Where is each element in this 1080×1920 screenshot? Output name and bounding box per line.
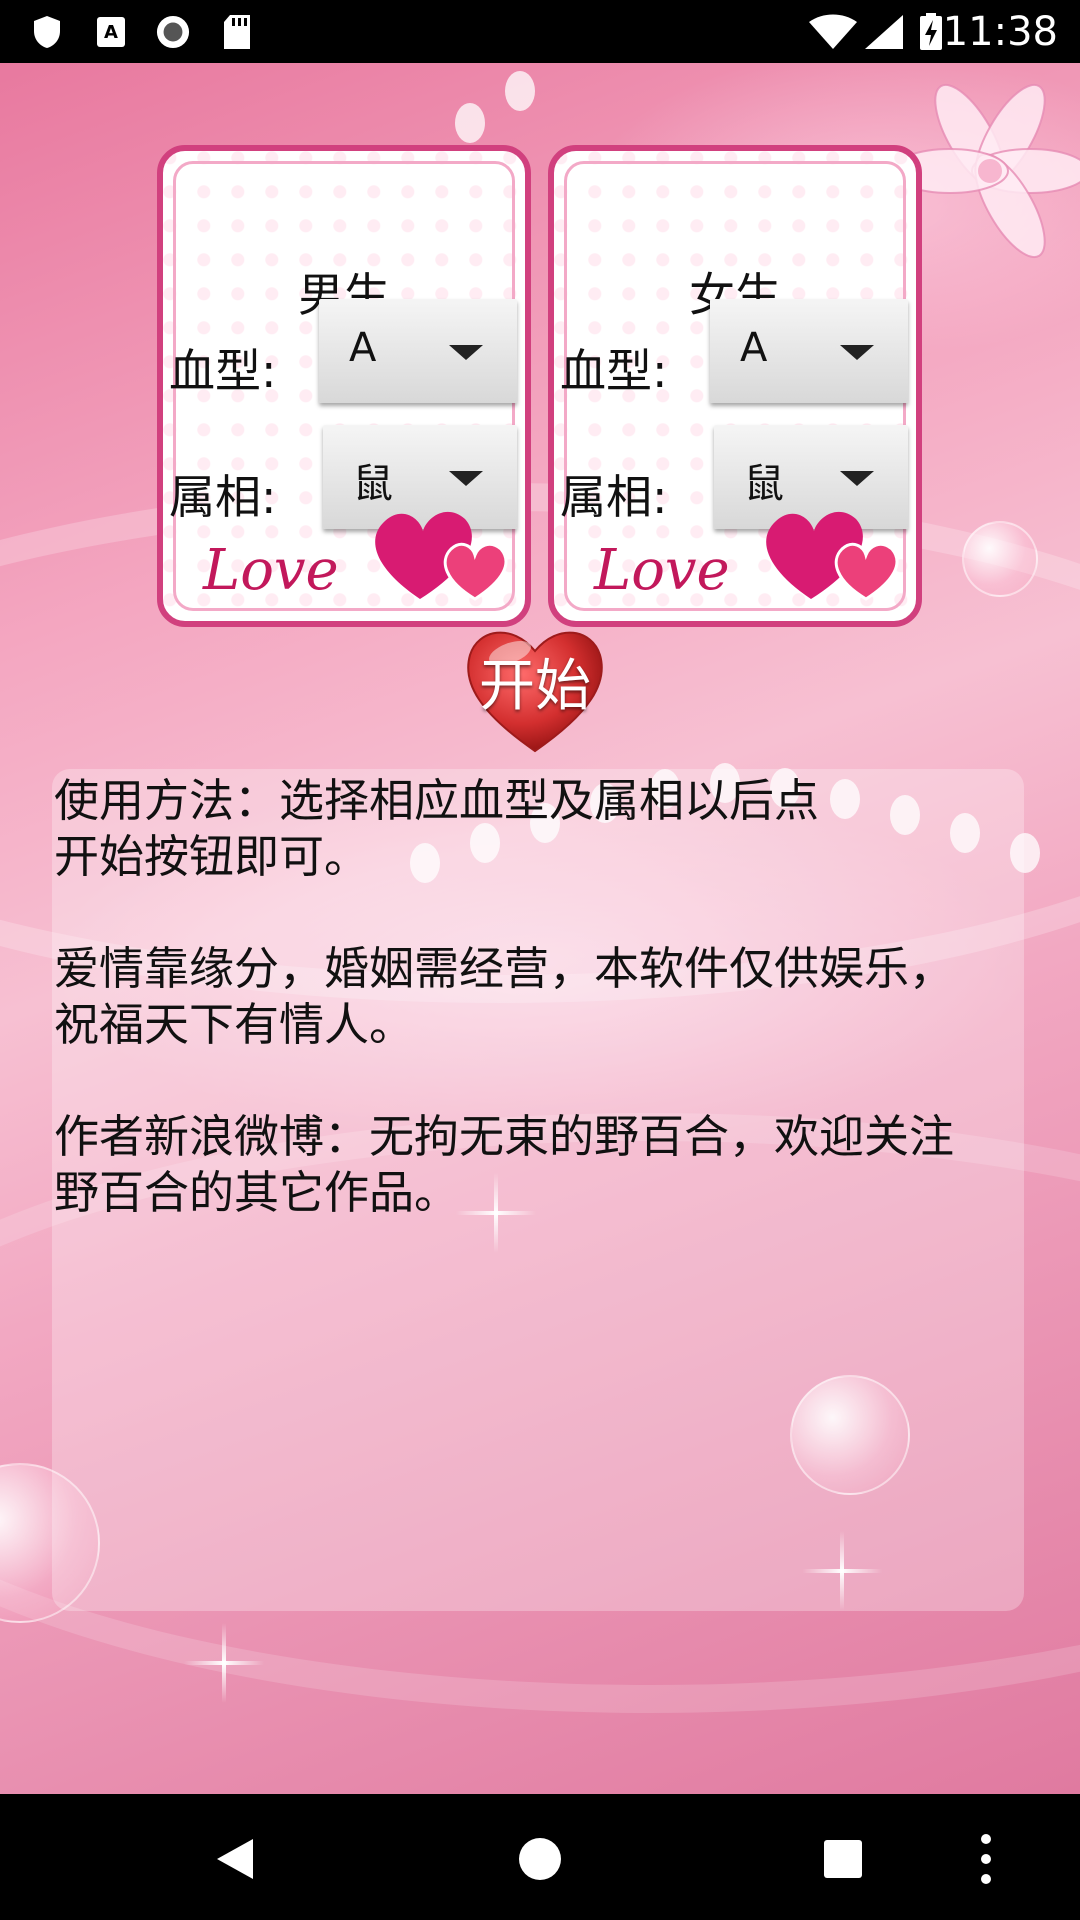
pearl-decoration (455, 103, 485, 143)
pearl-decoration (505, 71, 535, 111)
bubble-decoration (962, 521, 1038, 597)
male-blood-value: A (349, 325, 377, 371)
male-zodiac-label: 属相: (169, 470, 277, 524)
wifi-icon (808, 14, 858, 50)
svg-text:A: A (104, 22, 118, 43)
status-bar: A 11:38 (0, 0, 1080, 63)
female-blood-value: A (740, 325, 768, 371)
usage-instructions: 使用方法：选择相应血型及属相以后点 开始按钮即可。 (54, 774, 820, 883)
start-button-label: 开始 (479, 654, 591, 719)
sd-card-icon (220, 14, 254, 50)
home-icon[interactable] (505, 1824, 575, 1894)
disclaimer-text: 爱情靠缘分，婚姻需经营，本软件仅供娱乐， 祝福天下有情人。 (54, 942, 955, 1051)
dropdown-arrow-icon (840, 345, 874, 360)
love-scribble-decoration: Love (594, 538, 730, 603)
female-blood-label: 血型: (560, 344, 668, 398)
back-icon[interactable] (200, 1824, 270, 1894)
female-zodiac-label: 属相: (560, 470, 668, 524)
info-text: 使用方法：选择相应血型及属相以后点 开始按钮即可。 爱情靠缘分，婚姻需经营，本软… (54, 773, 1014, 1277)
dropdown-arrow-icon (449, 345, 483, 360)
status-time: 11:38 (942, 9, 1058, 55)
signal-icon (864, 14, 904, 50)
love-scribble-decoration: Love (203, 538, 339, 603)
app-background: 男生 血型: A 属相: 鼠 Love 女生 血型: A 属相: 鼠 Love (0, 63, 1080, 1794)
font-a-icon: A (94, 14, 128, 50)
dropdown-arrow-icon (449, 471, 483, 486)
navigation-bar (0, 1794, 1080, 1920)
author-text: 作者新浪微博：无拘无束的野百合，欢迎关注 野百合的其它作品。 (54, 1110, 955, 1219)
record-icon (156, 14, 190, 50)
heart-decoration-icon (766, 511, 899, 601)
lily-flower-decoration (900, 83, 1080, 259)
male-card: 男生 血型: A 属相: 鼠 Love (157, 145, 531, 627)
more-icon[interactable] (966, 1824, 1006, 1894)
female-blood-spinner[interactable]: A (710, 299, 908, 403)
female-card: 女生 血型: A 属相: 鼠 Love (548, 145, 922, 627)
recents-icon[interactable] (808, 1824, 878, 1894)
heart-decoration-icon (375, 511, 508, 601)
dropdown-arrow-icon (840, 471, 874, 486)
start-button[interactable]: 开始 (460, 623, 610, 755)
sparkle-decoration (184, 1623, 264, 1703)
male-blood-spinner[interactable]: A (319, 299, 517, 403)
shield-icon (30, 14, 64, 50)
male-blood-label: 血型: (169, 344, 277, 398)
battery-charging-icon (918, 13, 944, 50)
